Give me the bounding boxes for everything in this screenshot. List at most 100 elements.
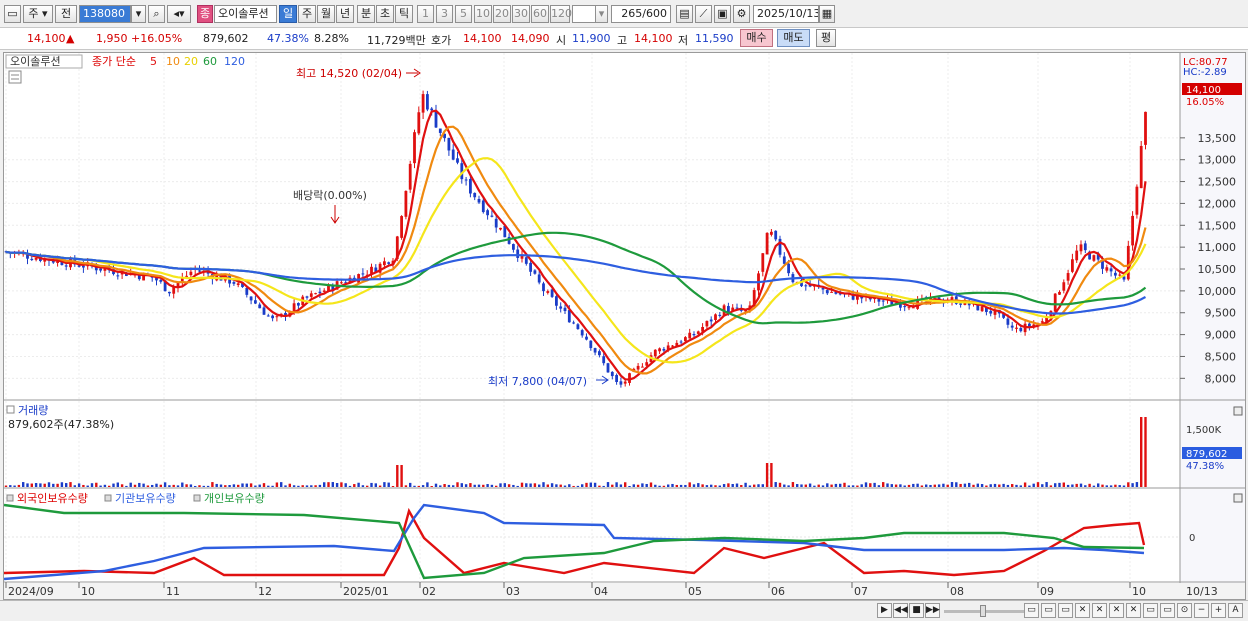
volume-bar [1140, 417, 1143, 487]
volume-bar [357, 482, 360, 487]
eval-button[interactable]: 평 [816, 29, 836, 47]
period-second-tab[interactable]: 초 [376, 5, 394, 23]
scroll-first-icon[interactable]: ◀◀ [893, 603, 908, 618]
buy-button[interactable]: 매수 [740, 29, 773, 47]
crosshair-icon[interactable]: ⊙ [1177, 603, 1192, 618]
volume-bars [4, 417, 1147, 487]
last-pct-label: 16.05% [1186, 97, 1224, 108]
minute-5-button[interactable]: 5 [455, 5, 472, 23]
volume-bar [761, 484, 764, 487]
zoom-out-icon[interactable]: − [1194, 603, 1209, 618]
candle-body [1135, 186, 1139, 215]
volume-bar [937, 484, 941, 487]
date-input[interactable]: 2025/10/13 [753, 5, 819, 23]
period-tick-tab[interactable]: 틱 [395, 5, 413, 23]
cross-icon[interactable]: ✕ [1075, 603, 1090, 618]
candle-body [516, 249, 520, 258]
minute-3-button[interactable]: 3 [436, 5, 453, 23]
candle-body [623, 381, 627, 384]
chart-table-icon[interactable] [8, 70, 22, 84]
volume-bar [783, 484, 786, 487]
volume-last-label: 879,602 [1186, 449, 1227, 460]
font-size-icon[interactable]: A [1228, 603, 1243, 618]
holder-close-icon[interactable] [1233, 493, 1243, 503]
candle-body [249, 296, 253, 301]
open-price: 11,900 [572, 32, 611, 45]
minute-20-button[interactable]: 20 [493, 5, 511, 23]
volume-bar [189, 484, 193, 487]
current-price: 14,100 [27, 32, 66, 45]
volume-bar [507, 484, 511, 487]
stop-icon[interactable]: ■ [909, 603, 924, 618]
volume-bar [116, 482, 119, 487]
stock-name-field[interactable]: 오이솔루션 [214, 5, 277, 23]
volume-bar [667, 484, 670, 487]
layout-icon-3[interactable]: ▭ [1058, 603, 1073, 618]
chart-canvas[interactable]: 8,000 8,500 9,000 9,500 10,000 10,500 11,000 11… [4, 53, 1245, 599]
volume-bar [228, 485, 231, 487]
window-icon[interactable]: ▭ [4, 5, 21, 23]
prev-button[interactable]: 전 [55, 5, 77, 23]
tool-icon-5[interactable]: ▭ [1160, 603, 1175, 618]
zoom-slider-thumb[interactable] [980, 605, 986, 617]
period-month-tab[interactable]: 월 [317, 5, 335, 23]
period-week-tab[interactable]: 주 [298, 5, 316, 23]
calendar-icon[interactable]: ▦ [819, 5, 835, 23]
sound-icon[interactable]: ◂▾ [167, 5, 191, 23]
tool-icon-3[interactable]: ✕ [1126, 603, 1141, 618]
data-count-field[interactable]: 265/600 [611, 5, 671, 23]
volume-bar [224, 485, 227, 487]
volume-close-icon[interactable] [1233, 406, 1243, 416]
candle-body [804, 285, 808, 287]
tool-icon-4[interactable]: ▭ [1143, 603, 1158, 618]
period-day-tab[interactable]: 일 [279, 5, 297, 23]
candle-body [34, 257, 38, 260]
volume-bar [460, 483, 463, 487]
volume-bar [245, 483, 248, 487]
period-year-tab[interactable]: 년 [336, 5, 354, 23]
scroll-last-icon[interactable]: ▶▶ [925, 603, 940, 618]
tool-icon-2[interactable]: ✕ [1109, 603, 1124, 618]
zoom-in-icon[interactable]: + [1211, 603, 1226, 618]
volume-bar [998, 484, 1001, 487]
save-icon[interactable]: ▣ [714, 5, 731, 23]
minute-120-button[interactable]: 120 [550, 5, 572, 23]
volume-bar [331, 482, 334, 487]
volume-bar [546, 484, 549, 487]
sell-button[interactable]: 매도 [777, 29, 810, 47]
stock-code-input[interactable]: 138080 [79, 5, 131, 23]
volume-bar [151, 484, 154, 487]
market-select[interactable]: 주 ▾ [23, 5, 53, 23]
minute-10-button[interactable]: 10 [474, 5, 492, 23]
period-minute-tab[interactable]: 분 [357, 5, 375, 23]
interval-dropdown-icon[interactable]: ▾ [595, 5, 608, 23]
code-dropdown-icon[interactable]: ▾ [131, 5, 146, 23]
settings-gear-icon[interactable]: ⚙ [733, 5, 750, 23]
volume-bar [611, 484, 614, 487]
volume-bar [262, 483, 266, 487]
ma10-label: 10 [166, 55, 180, 68]
candle-body [1062, 282, 1066, 291]
candle-body [1071, 259, 1074, 272]
draw-tool-icon[interactable]: ⟋ [695, 5, 712, 23]
volume-bar [108, 485, 111, 487]
layout-icon-2[interactable]: ▭ [1041, 603, 1056, 618]
candle-body [546, 291, 550, 293]
minute-30-button[interactable]: 30 [512, 5, 530, 23]
layout-icon-1[interactable]: ▭ [1024, 603, 1039, 618]
minute-1-button[interactable]: 1 [417, 5, 434, 23]
search-icon[interactable]: ⌕ [148, 5, 165, 23]
minute-60-button[interactable]: 60 [531, 5, 549, 23]
volume-bar [185, 484, 188, 487]
candle-body [782, 256, 786, 264]
foreign-holding-line [4, 507, 1146, 577]
volume-bar [946, 484, 949, 487]
volume-bar [77, 483, 81, 487]
candle-body [537, 274, 541, 283]
chart-type-icon[interactable]: ▤ [676, 5, 693, 23]
volume-bar [778, 482, 782, 487]
tool-icon-1[interactable]: ✕ [1092, 603, 1107, 618]
scroll-right-icon[interactable]: ▶ [877, 603, 892, 618]
candle-body [598, 351, 601, 356]
candle-body [236, 283, 240, 285]
